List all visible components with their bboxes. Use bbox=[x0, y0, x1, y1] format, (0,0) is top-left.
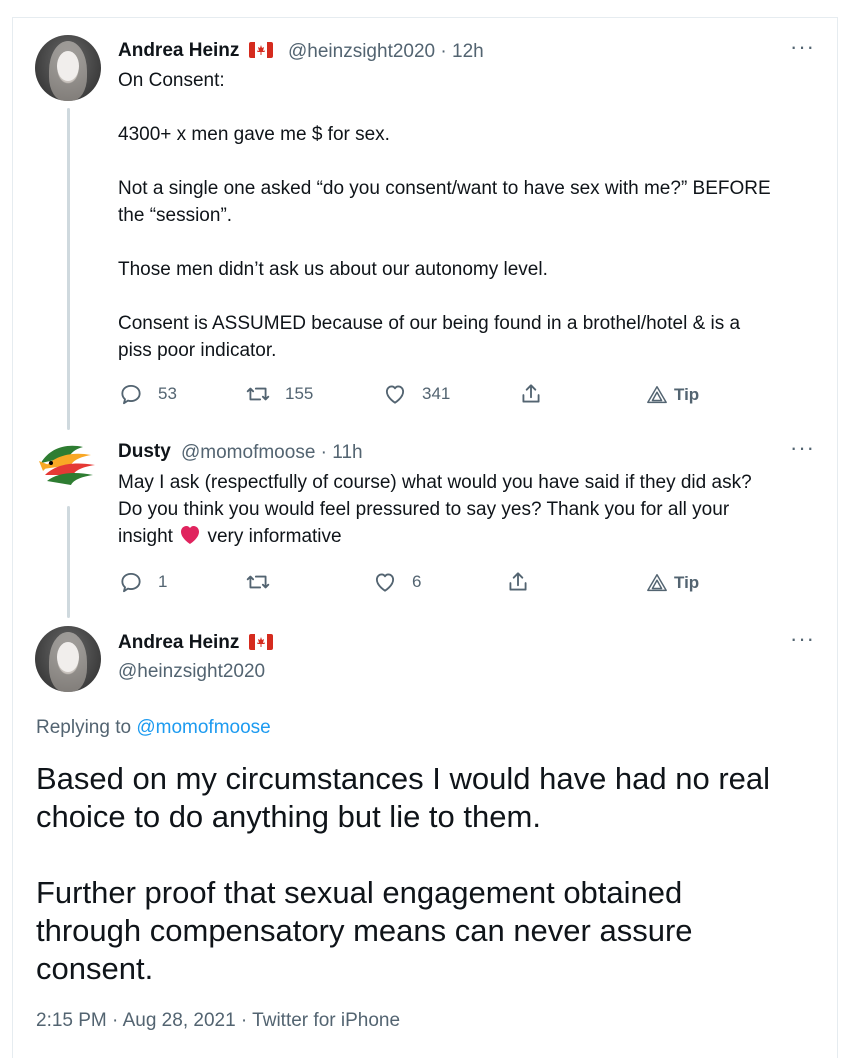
red-heart-icon bbox=[181, 526, 200, 544]
like-button[interactable]: 6 bbox=[372, 569, 421, 595]
like-count: 6 bbox=[412, 572, 422, 591]
tweet-body: Based on my circumstances I would have h… bbox=[36, 761, 771, 986]
author-handle[interactable]: @heinzsight2020 bbox=[118, 661, 265, 683]
tweet-body: On Consent: 4300+ x men gave me $ for se… bbox=[118, 70, 771, 361]
tip-button[interactable]: Tip bbox=[646, 384, 699, 406]
reply-icon bbox=[121, 572, 141, 593]
heart-icon bbox=[385, 385, 405, 404]
share-icon bbox=[522, 384, 540, 403]
more-icon[interactable]: ··· bbox=[790, 628, 815, 650]
reply-button[interactable]: 1 bbox=[118, 569, 167, 595]
tweet-meta: @momofmoose · 11h bbox=[181, 442, 363, 463]
avatar-andrea[interactable] bbox=[35, 626, 101, 692]
author-handle[interactable]: @momofmoose bbox=[181, 442, 315, 463]
tip-label: Tip bbox=[674, 573, 700, 592]
author-name-text[interactable]: Dusty bbox=[118, 441, 171, 462]
tweet-meta: @heinzsight2020 · 12h bbox=[288, 41, 484, 62]
tweet-body: May I ask (respectfully of course) what … bbox=[118, 472, 752, 547]
retweet-icon bbox=[246, 575, 270, 589]
thread-line-1 bbox=[67, 108, 70, 430]
reply-button[interactable]: 53 bbox=[118, 381, 177, 407]
share-button[interactable] bbox=[518, 381, 544, 407]
like-button[interactable]: 341 bbox=[382, 381, 450, 407]
heart-icon bbox=[375, 573, 395, 592]
more-icon[interactable]: ··· bbox=[790, 437, 815, 459]
author-name-text[interactable]: Andrea Heinz bbox=[118, 40, 239, 61]
thread-line-2 bbox=[67, 506, 70, 618]
like-count: 341 bbox=[422, 384, 451, 403]
avatar-dusty[interactable] bbox=[35, 435, 101, 501]
tip-icon bbox=[647, 574, 667, 592]
tweet-timestamp[interactable]: 2:15 PM · Aug 28, 2021 · Twitter for iPh… bbox=[36, 1010, 400, 1032]
author-name[interactable]: Andrea Heinz bbox=[118, 632, 273, 654]
author-handle[interactable]: @heinzsight2020 bbox=[288, 41, 435, 62]
retweet-button[interactable]: 155 bbox=[245, 381, 313, 407]
more-icon[interactable]: ··· bbox=[790, 36, 815, 58]
retweet-count: 155 bbox=[285, 384, 314, 403]
reply-count: 53 bbox=[158, 384, 177, 403]
retweet-button[interactable] bbox=[245, 569, 285, 595]
tip-button[interactable]: Tip bbox=[646, 572, 699, 594]
reply-count: 1 bbox=[158, 572, 168, 591]
canada-flag-icon bbox=[248, 42, 273, 58]
reply-icon bbox=[121, 384, 141, 405]
tweet-time[interactable]: 11h bbox=[332, 442, 362, 463]
tweet-time[interactable]: 12h bbox=[452, 41, 484, 62]
share-icon bbox=[509, 572, 527, 591]
author-name[interactable]: Andrea Heinz bbox=[118, 40, 273, 62]
avatar-andrea[interactable] bbox=[35, 35, 101, 101]
replying-handle-link[interactable]: @momofmoose bbox=[136, 717, 270, 738]
bird-avatar-icon bbox=[39, 445, 95, 485]
share-button[interactable] bbox=[505, 569, 531, 595]
author-name[interactable]: Dusty bbox=[118, 441, 171, 463]
tip-icon bbox=[647, 386, 667, 404]
retweet-icon bbox=[246, 387, 270, 401]
author-name-text[interactable]: Andrea Heinz bbox=[118, 632, 239, 653]
replying-to: Replying to @momofmoose bbox=[36, 717, 271, 738]
tip-label: Tip bbox=[674, 385, 700, 404]
canada-flag-icon bbox=[248, 634, 273, 650]
